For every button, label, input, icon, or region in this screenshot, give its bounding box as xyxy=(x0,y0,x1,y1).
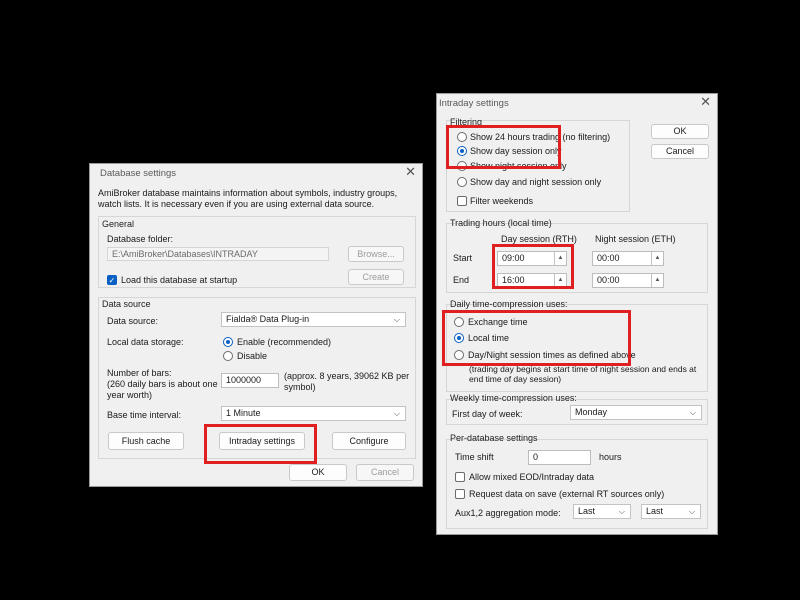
data-source-group-label: Data source xyxy=(102,299,151,309)
browse-button[interactable]: Browse... xyxy=(348,246,404,262)
night-end-input[interactable]: 00:00 ▲▼ xyxy=(592,273,664,288)
weekly-compression-group-label: Weekly time-compression uses: xyxy=(450,393,577,403)
night-session-header: Night session (ETH) xyxy=(595,234,676,244)
db-title: Database settings xyxy=(100,168,177,179)
db-titlebar[interactable]: Database settings ✕ xyxy=(90,164,422,182)
time-shift-unit: hours xyxy=(599,452,622,462)
intra-title: Intraday settings xyxy=(439,98,509,109)
night-start-input[interactable]: 00:00 ▲▼ xyxy=(592,251,664,266)
db-cancel-button[interactable]: Cancel xyxy=(356,464,414,481)
filter-daynight-radio[interactable] xyxy=(457,177,467,187)
first-day-label: First day of week: xyxy=(452,409,523,419)
chevron-down-icon: ⌵ xyxy=(618,507,625,516)
data-source-label: Data source: xyxy=(107,316,159,326)
base-interval-value: 1 Minute xyxy=(226,408,261,418)
aux2-value: Last xyxy=(646,506,664,516)
highlight-day-session-hours xyxy=(492,244,574,289)
start-label: Start xyxy=(453,253,473,263)
night-start-value: 00:00 xyxy=(597,253,620,263)
bars-info: (approx. 8 years, 39062 KB per symbol) xyxy=(284,371,410,392)
aux1-select[interactable]: Last ⌵ xyxy=(573,504,631,519)
chevron-down-icon: ⌵ xyxy=(688,507,695,516)
storage-enable-radio[interactable] xyxy=(223,337,233,347)
chevron-down-icon: ⌵ xyxy=(393,409,400,418)
base-interval-select[interactable]: 1 Minute ⌵ xyxy=(221,406,406,421)
request-on-save-label: Request data on save (external RT source… xyxy=(469,489,665,499)
general-group-label: General xyxy=(102,219,135,229)
close-icon[interactable]: ✕ xyxy=(700,95,711,109)
end-label: End xyxy=(453,275,470,285)
intra-ok-button[interactable]: OK xyxy=(651,124,709,139)
number-of-bars-input[interactable]: 1000000 xyxy=(221,373,279,388)
db-ok-button[interactable]: OK xyxy=(289,464,347,481)
number-of-bars-label: Number of bars: xyxy=(107,368,172,378)
database-folder-field[interactable]: E:\AmiBroker\Databases\INTRADAY xyxy=(107,247,329,261)
mixed-data-label: Allow mixed EOD/Intraday data xyxy=(469,472,595,482)
mixed-data-checkbox[interactable] xyxy=(455,472,465,482)
base-interval-label: Base time interval: xyxy=(107,410,182,420)
daily-compression-group-label: Daily time-compression uses: xyxy=(450,299,568,309)
aux-mode-label: Aux1,2 aggregation mode: xyxy=(455,508,561,518)
flush-cache-button[interactable]: Flush cache xyxy=(108,432,184,450)
configure-button[interactable]: Configure xyxy=(332,432,406,450)
trading-hours-group-label: Trading hours (local time) xyxy=(450,218,552,228)
database-folder-label: Database folder: xyxy=(107,234,174,244)
request-on-save-checkbox[interactable] xyxy=(455,489,465,499)
load-at-startup-label: Load this database at startup xyxy=(121,275,238,285)
load-at-startup-checkbox[interactable]: ✓ xyxy=(107,275,117,285)
spinner-icon[interactable]: ▲▼ xyxy=(651,252,663,265)
session-times-note: (trading day begins at start time of nig… xyxy=(469,364,697,384)
filter-weekends-label: Filter weekends xyxy=(470,196,534,206)
intra-cancel-button[interactable]: Cancel xyxy=(651,144,709,159)
data-source-value: Fialda® Data Plug-in xyxy=(226,314,310,324)
storage-disable-label: Disable xyxy=(237,351,268,361)
highlight-intraday-button xyxy=(204,424,317,464)
filter-daynight-label: Show day and night session only xyxy=(470,177,602,187)
night-end-value: 00:00 xyxy=(597,275,620,285)
spinner-icon[interactable]: ▲▼ xyxy=(651,274,663,287)
first-day-value: Monday xyxy=(575,407,608,417)
local-storage-label: Local data storage: xyxy=(107,337,184,347)
storage-enable-label: Enable (recommended) xyxy=(237,337,332,347)
time-shift-label: Time shift xyxy=(455,452,494,462)
filter-weekends-checkbox[interactable] xyxy=(457,196,467,206)
aux2-select[interactable]: Last ⌵ xyxy=(641,504,701,519)
db-intro: AmiBroker database maintains information… xyxy=(98,188,398,209)
per-database-group-label: Per-database settings xyxy=(450,433,538,443)
close-icon[interactable]: ✕ xyxy=(405,165,416,179)
storage-disable-radio[interactable] xyxy=(223,351,233,361)
data-source-select[interactable]: Fialda® Data Plug-in ⌵ xyxy=(221,312,406,327)
chevron-down-icon: ⌵ xyxy=(393,315,400,324)
intra-titlebar[interactable]: Intraday settings ✕ xyxy=(437,94,717,112)
first-day-select[interactable]: Monday ⌵ xyxy=(570,405,702,420)
highlight-filtering-options xyxy=(446,125,561,169)
time-shift-input[interactable]: 0 xyxy=(528,450,591,465)
highlight-daily-compression xyxy=(442,310,631,366)
create-button[interactable]: Create xyxy=(348,269,404,285)
aux1-value: Last xyxy=(578,506,596,516)
bars-note: (260 daily bars is about one year worth) xyxy=(107,379,218,400)
chevron-down-icon: ⌵ xyxy=(689,408,696,417)
